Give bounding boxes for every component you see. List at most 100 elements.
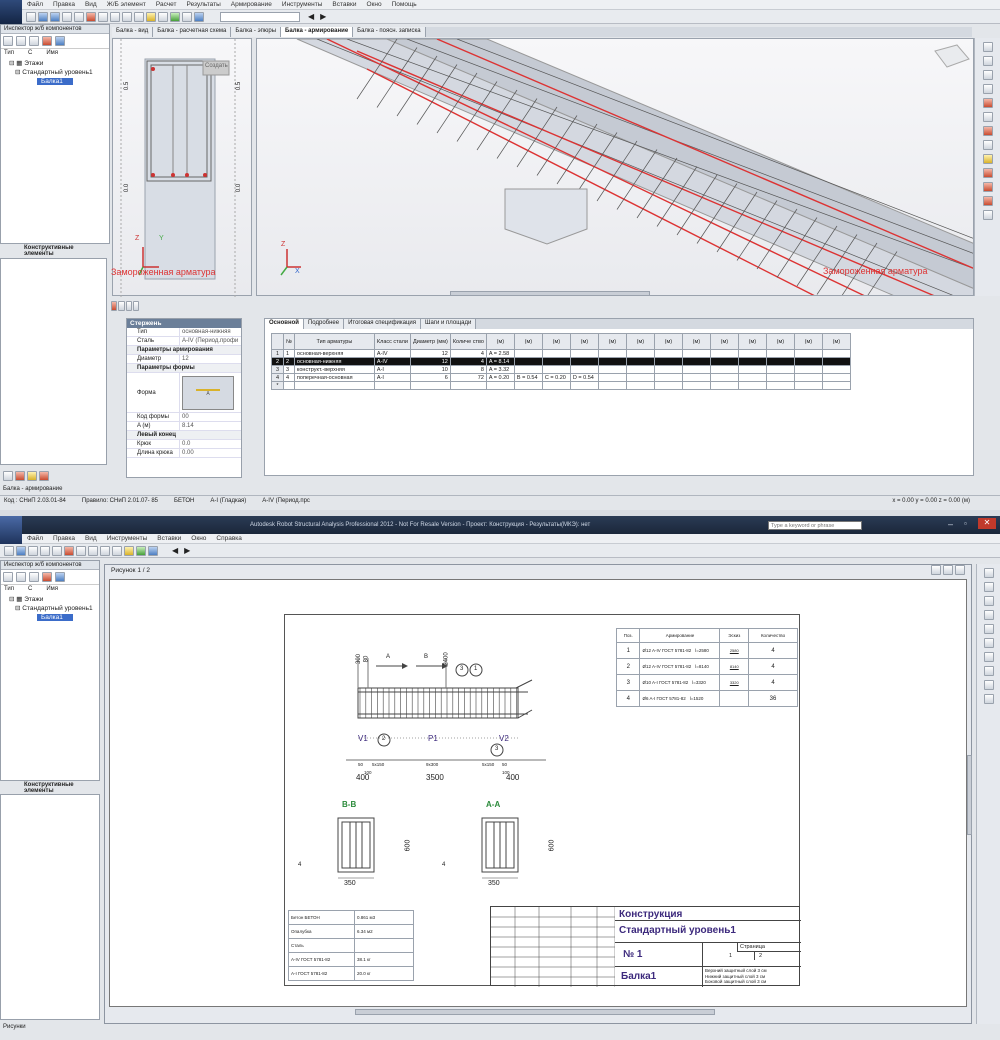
table-cell[interactable]: 72: [449, 373, 487, 382]
table-cell[interactable]: 6: [409, 373, 451, 382]
table-row[interactable]: *: [271, 381, 851, 390]
rebar-table[interactable]: № Тип арматуры Класс стали Диаметр (мм) Коли…: [271, 333, 851, 390]
undo-icon[interactable]: [100, 545, 110, 556]
status-concrete[interactable]: БЕТОН: [174, 498, 194, 504]
table-cell[interactable]: [541, 349, 571, 358]
props-row[interactable]: Сталь A-IV (Период.профи: [127, 337, 241, 346]
new-icon[interactable]: [4, 545, 14, 556]
column-header[interactable]: (м): [793, 333, 823, 350]
section-view[interactable]: Создать 0.5 0.0 0.5 0.0 Z Y Замороженная…: [111, 38, 252, 297]
table-cell[interactable]: [569, 381, 599, 390]
column-header[interactable]: (м): [513, 333, 543, 350]
tool-icon[interactable]: [983, 694, 994, 704]
table-cell[interactable]: [793, 381, 823, 390]
tool-icon[interactable]: [982, 98, 993, 108]
table-cell[interactable]: A = 8.14: [485, 357, 515, 366]
table-cell[interactable]: [625, 381, 655, 390]
table-cell[interactable]: [625, 373, 655, 382]
sheet-vertical-scrollbar[interactable]: [967, 755, 972, 835]
tools-icon[interactable]: [182, 11, 192, 22]
table-cell[interactable]: [569, 349, 599, 358]
tree-item-beam[interactable]: Балка1: [37, 614, 73, 621]
tool-icon[interactable]: [982, 84, 993, 94]
table-cell[interactable]: [569, 365, 599, 374]
arrow-right-icon[interactable]: ▶: [184, 546, 190, 555]
table-cell[interactable]: основная-нижняя: [293, 357, 375, 366]
tool-icon[interactable]: [982, 182, 993, 192]
table-cell[interactable]: [541, 381, 571, 390]
tool-icon[interactable]: [982, 70, 993, 80]
table-cell[interactable]: 10: [409, 365, 451, 374]
row-number[interactable]: 4: [271, 373, 284, 382]
row-number[interactable]: *: [271, 381, 284, 390]
table-cell[interactable]: [597, 357, 627, 366]
layout-dropdown[interactable]: [220, 11, 300, 22]
paste-icon[interactable]: [88, 545, 98, 556]
arrow-left-icon[interactable]: ◀: [172, 546, 178, 555]
tool-icon[interactable]: [982, 112, 993, 122]
table-cell[interactable]: [737, 381, 767, 390]
tree-item-floors[interactable]: ⊟ ▦ Этажи: [3, 595, 97, 604]
tool-icon[interactable]: [983, 582, 994, 592]
tool-icon[interactable]: [983, 638, 994, 648]
table-cell[interactable]: 4: [283, 373, 295, 382]
props-row[interactable]: Диаметр 12: [127, 355, 241, 364]
table-cell[interactable]: [373, 381, 411, 390]
menu-analysis[interactable]: Расчет: [151, 1, 182, 8]
table-cell[interactable]: 4: [449, 357, 487, 366]
table-cell[interactable]: [793, 349, 823, 358]
icon-small[interactable]: [27, 471, 37, 481]
column-header[interactable]: (м): [653, 333, 683, 350]
table-cell[interactable]: [765, 349, 795, 358]
table-cell[interactable]: [793, 357, 823, 366]
menu-help[interactable]: Помощь: [387, 1, 422, 8]
table-cell[interactable]: A-I: [373, 365, 411, 374]
menu-window[interactable]: Окно: [361, 1, 386, 8]
tool-icon[interactable]: [983, 666, 994, 676]
tab-steps-areas[interactable]: Шаги и площади: [420, 319, 477, 329]
props-row[interactable]: Крюк 0.0: [127, 440, 241, 449]
new-icon[interactable]: [26, 11, 36, 22]
table-cell[interactable]: [485, 381, 515, 390]
inspector-tool-icon[interactable]: [16, 36, 26, 46]
tab-beam-scheme[interactable]: Балка - расчетная схема: [153, 27, 232, 37]
props-value[interactable]: основная-нижняя: [179, 328, 241, 336]
inspector-tool-icon[interactable]: [3, 572, 13, 582]
table-cell[interactable]: [821, 357, 851, 366]
menu-view[interactable]: Вид: [80, 535, 102, 542]
tool-icon[interactable]: [982, 42, 993, 52]
table-row[interactable]: 3 3 конструкт.-верхняя A-I 10 8 A = 3.32: [271, 365, 851, 374]
drawing-sheet[interactable]: 300 80 2400 A B 3 1 2 3 V1 P1 V2 50 5х15…: [109, 579, 967, 1007]
row-number[interactable]: 3: [271, 365, 284, 374]
arrow-right-icon[interactable]: ▶: [320, 12, 326, 21]
menu-edit[interactable]: Правка: [48, 1, 80, 8]
props-value[interactable]: A: [179, 373, 241, 412]
tab-beam-note[interactable]: Балка - поясн. записка: [353, 27, 426, 37]
table-cell[interactable]: [597, 373, 627, 382]
redo-icon[interactable]: [112, 545, 122, 556]
restore-icon[interactable]: [943, 565, 953, 575]
menu-file[interactable]: Файл: [22, 535, 48, 542]
menu-edit[interactable]: Правка: [48, 535, 80, 542]
status-steel-1[interactable]: A-I (Гладкая): [210, 498, 246, 504]
table-row[interactable]: 2 2 основная-нижняя A-IV 12 4 A = 8.14: [271, 357, 851, 366]
props-value[interactable]: 00: [179, 413, 241, 421]
table-cell[interactable]: [709, 381, 739, 390]
app-logo[interactable]: [0, 0, 22, 24]
redo-icon[interactable]: [134, 11, 144, 22]
table-cell[interactable]: [597, 381, 627, 390]
column-header[interactable]: (м): [485, 333, 515, 350]
table-cell[interactable]: [681, 357, 711, 366]
props-icon[interactable]: [132, 301, 139, 311]
column-header[interactable]: Класс стали: [373, 333, 411, 350]
table-cell[interactable]: A-IV: [373, 357, 411, 366]
table-cell[interactable]: [765, 357, 795, 366]
table-row[interactable]: 1 1 основная-верхняя A-IV 12 4 A = 2.58: [271, 349, 851, 358]
table-cell[interactable]: [513, 365, 543, 374]
table-cell[interactable]: [409, 381, 451, 390]
column-header[interactable]: (м): [625, 333, 655, 350]
tree-item-level[interactable]: ⊟ Стандартный уровень1: [3, 68, 107, 77]
props-row[interactable]: Длина крюка 0.00: [127, 449, 241, 458]
table-cell[interactable]: основная-верхняя: [293, 349, 375, 358]
save-icon[interactable]: [50, 11, 60, 22]
